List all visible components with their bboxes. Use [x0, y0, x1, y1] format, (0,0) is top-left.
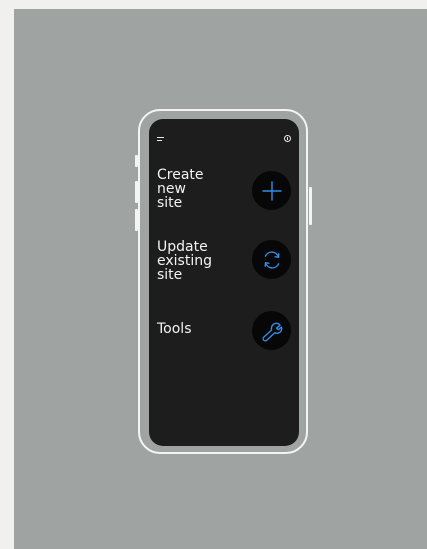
phone-side-button-mute	[135, 155, 138, 167]
action-create-new-site[interactable]: Create new site	[157, 168, 291, 216]
menu-icon[interactable]	[157, 137, 164, 141]
wrench-icon	[261, 322, 282, 342]
update-existing-site-label: Update existing site	[157, 239, 212, 283]
refresh-icon	[264, 250, 279, 269]
phone-side-button-power	[309, 187, 312, 225]
info-icon[interactable]	[284, 135, 291, 142]
create-new-site-label: Create new site	[157, 167, 204, 211]
action-tools[interactable]: Tools	[157, 311, 291, 362]
tools-button[interactable]	[252, 311, 291, 350]
update-existing-site-button[interactable]	[252, 240, 291, 279]
app-screen: Create new site Update existing site Too…	[149, 119, 299, 446]
tools-label: Tools	[157, 321, 192, 337]
phone-side-button-volume-up	[135, 181, 138, 203]
action-update-existing-site[interactable]: Update existing site	[157, 240, 291, 288]
create-new-site-button[interactable]	[252, 171, 291, 210]
plus-icon	[261, 180, 282, 201]
phone-side-button-volume-down	[135, 209, 138, 231]
